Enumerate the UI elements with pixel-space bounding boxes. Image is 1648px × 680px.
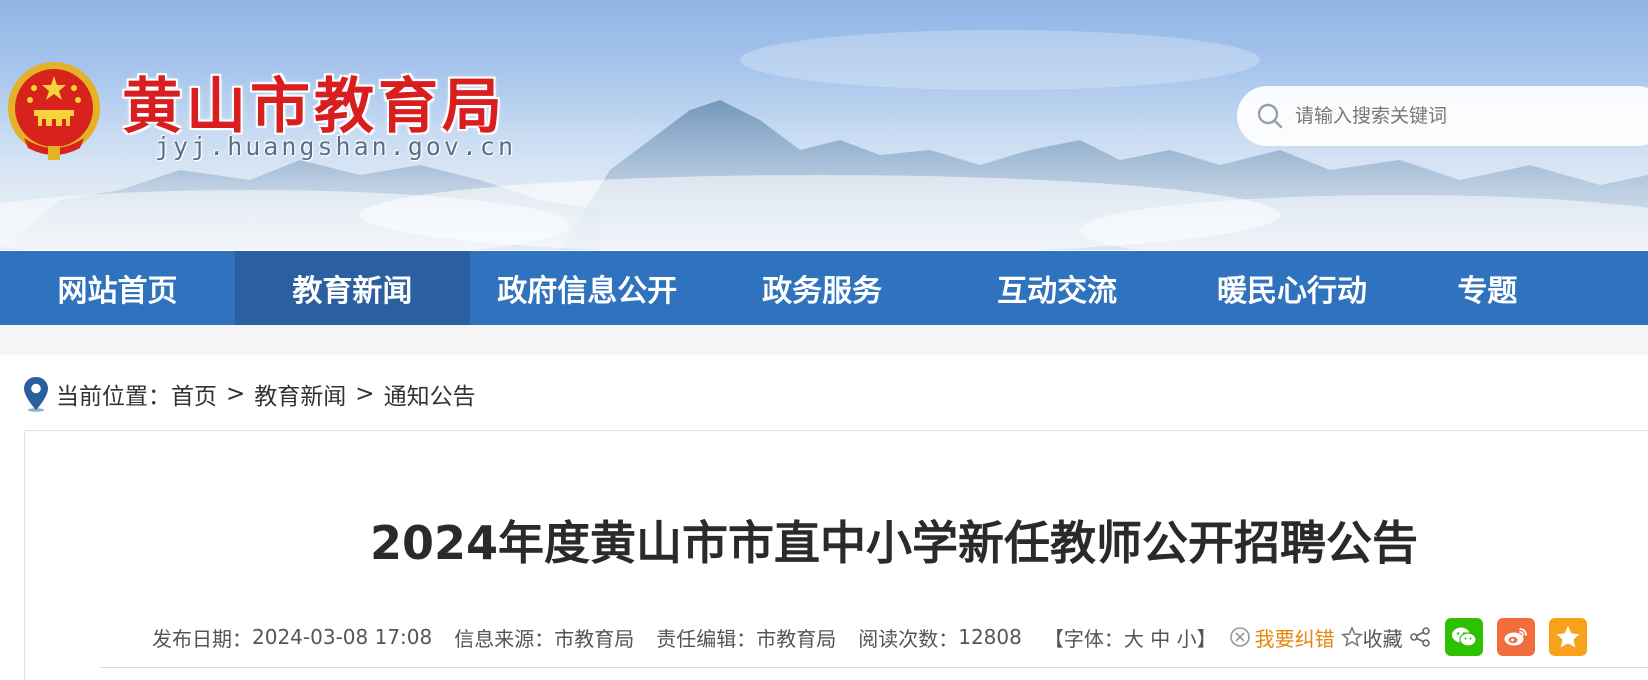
font-size-label-open: 【字体： [1043,626,1124,651]
share-wechat-button[interactable] [1444,618,1483,656]
weibo-icon [1504,628,1527,646]
share-weibo-button[interactable] [1496,618,1535,656]
meta-divider [100,667,1648,668]
national-emblem-icon [8,62,100,160]
favorite-button[interactable]: 收藏 [1340,623,1403,652]
source-label: 信息来源： [454,626,555,651]
share-icon[interactable] [1409,626,1431,648]
qzone-icon [1556,626,1580,648]
nav-item-topics[interactable]: 专题 [1409,251,1648,325]
nav-item-interaction[interactable]: 互动交流 [940,251,1175,325]
header-banner: 黄山市教育局 jyj.huangshan.gov.cn [0,0,1648,250]
nav-item-home[interactable]: 网站首页 [0,251,235,325]
search-input[interactable] [1295,105,1648,127]
nav-subbar [0,325,1648,355]
nav-item-gov-service[interactable]: 政务服务 [705,251,940,325]
main-nav: 网站首页 教育新闻 政府信息公开 政务服务 互动交流 暖民心行动 专题 [0,251,1648,325]
search-icon[interactable] [1255,101,1285,131]
article-meta: 发布日期： 2024-03-08 17:08 信息来源： 市教育局 责任编辑： … [152,618,1587,656]
font-size-small[interactable]: 小 [1177,623,1197,652]
site-domain: jyj.huangshan.gov.cn [155,132,517,161]
article-title: 2024年度黄山市市直中小学新任教师公开招聘公告 [369,516,1419,570]
publish-date: 2024-03-08 17:08 [252,625,433,649]
breadcrumb-item-notices[interactable]: 通知公告 [384,377,476,411]
location-pin-icon [24,377,48,412]
breadcrumb-item-home[interactable]: 首页 [171,377,217,411]
editor-value: 市教育局 [756,626,837,651]
search-box[interactable] [1237,86,1648,146]
breadcrumb-separator: > [226,381,246,407]
views-label: 阅读次数： [858,626,959,651]
source-value: 市教育局 [554,626,635,651]
breadcrumb-separator: > [355,381,375,407]
nav-item-education-news[interactable]: 教育新闻 [234,251,470,325]
font-size-large[interactable]: 大 [1124,623,1144,652]
editor-label: 责任编辑： [656,626,757,651]
publish-date-label: 发布日期： [152,626,252,651]
views-count: 12808 [958,625,1022,649]
breadcrumb-item-education-news[interactable]: 教育新闻 [254,377,346,411]
wechat-icon [1451,627,1477,647]
favorite-label: 收藏 [1362,626,1403,651]
close-circle-icon[interactable] [1229,626,1251,648]
breadcrumb-label: 当前位置： [56,384,171,410]
nav-item-gov-info[interactable]: 政府信息公开 [470,251,705,325]
breadcrumb: 当前位置： 首页 > 教育新闻 > 通知公告 [22,374,476,414]
star-icon [1340,626,1363,647]
nav-item-people-action[interactable]: 暖民心行动 [1175,251,1410,325]
report-error-link[interactable]: 我要纠错 [1255,623,1335,652]
share-qzone-button[interactable] [1548,618,1587,656]
font-size-medium[interactable]: 中 [1150,623,1170,652]
font-size-label-close: 】 [1196,626,1217,651]
